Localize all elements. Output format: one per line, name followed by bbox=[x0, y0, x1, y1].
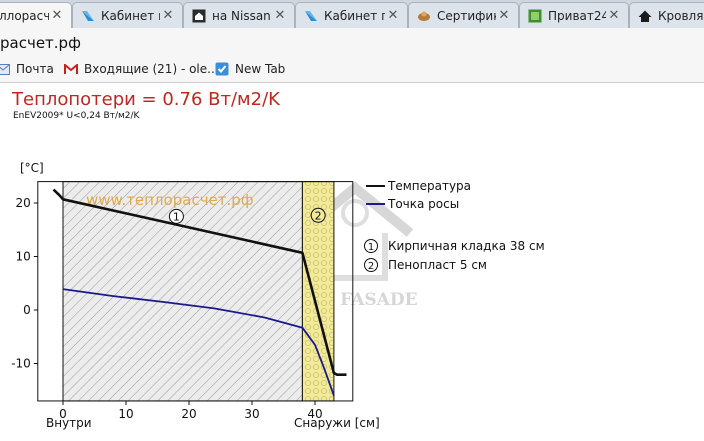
x-ticks: 0 10 20 30 40 bbox=[59, 400, 323, 421]
tab-title: Кровля и bbox=[658, 8, 704, 23]
browser-tab-4[interactable]: Кабинет п ✕ bbox=[295, 2, 408, 28]
y-tick-label: 10 bbox=[16, 250, 31, 264]
green-square-icon bbox=[528, 9, 542, 23]
layer-marker-text: 2 bbox=[315, 209, 322, 222]
blue-arrow-icon bbox=[81, 9, 95, 23]
url-input[interactable]: расчет.рф bbox=[0, 34, 81, 52]
tab-title: на Nissan bbox=[212, 8, 271, 23]
browser-tab-3[interactable]: на Nissan ✕ bbox=[183, 2, 295, 28]
temperature-chart: ROOF FASADE www.теплорасчет.рф [°C] 2010… bbox=[11, 161, 545, 430]
bookmarks-bar: Почта Входящие (21) - ole... New Tab bbox=[0, 58, 704, 83]
browser-tab-1[interactable]: ллорасчет.рф✕ bbox=[0, 2, 72, 28]
browser-tab-7[interactable]: Кровля и✕ bbox=[629, 2, 704, 28]
tab-title: ллорасчет.рф bbox=[0, 8, 49, 23]
x-label-inside: Внутри bbox=[46, 416, 92, 430]
close-tab-icon[interactable]: ✕ bbox=[385, 8, 401, 23]
legend: Температура Точка росы 1 Кирпичная кладк… bbox=[364, 179, 545, 272]
browser-tab-5[interactable]: Сертифик ✕ bbox=[408, 2, 519, 28]
address-bar: расчет.рф bbox=[0, 28, 704, 59]
tab-title: Кабинет п bbox=[324, 8, 385, 23]
close-tab-icon[interactable]: ✕ bbox=[272, 8, 288, 23]
y-tick-label: -10 bbox=[11, 357, 31, 371]
bookmark-label: Входящие (21) - ole... bbox=[84, 62, 219, 76]
roof-icon bbox=[638, 9, 652, 23]
close-tab-icon[interactable]: ✕ bbox=[496, 8, 512, 23]
layer-legend-label-1: Кирпичная кладка 38 см bbox=[388, 239, 545, 253]
legend-label-temperature: Температура bbox=[387, 179, 471, 193]
close-tab-icon[interactable]: ✕ bbox=[160, 8, 176, 23]
x-label-outside: Снаружи [см] bbox=[294, 416, 380, 430]
y-axis-label: [°C] bbox=[20, 161, 44, 175]
tab-strip: ллорасчет.рф✕Кабинет п✕на Nissan✕Кабинет… bbox=[0, 0, 704, 29]
page-content: Теплопотери = 0.76 Вт/м2/K EnEV2009* U<0… bbox=[0, 83, 704, 441]
bookmark-label: New Tab bbox=[235, 62, 286, 76]
shield-check-icon bbox=[215, 62, 229, 76]
mail-icon bbox=[0, 63, 10, 75]
tab-title: Сертифик bbox=[437, 8, 496, 23]
bookmark-label: Почта bbox=[16, 62, 54, 76]
house-icon bbox=[192, 9, 206, 23]
browser-tab-2[interactable]: Кабинет п ✕ bbox=[72, 2, 183, 28]
tab-title: Приват24 bbox=[548, 8, 606, 23]
tool-icon bbox=[417, 9, 431, 23]
close-tab-icon[interactable]: ✕ bbox=[606, 8, 622, 23]
x-tick-label: 20 bbox=[181, 407, 196, 421]
gmail-icon bbox=[64, 63, 78, 75]
bookmark-mail[interactable]: Почта bbox=[0, 62, 54, 76]
bookmark-gmail[interactable]: Входящие (21) - ole... bbox=[64, 62, 219, 76]
browser-tab-6[interactable]: Приват24 ✕ bbox=[519, 2, 629, 28]
bookmark-new-tab[interactable]: New Tab bbox=[215, 62, 285, 76]
layer-legend-marker-2-text: 2 bbox=[368, 261, 374, 272]
close-tab-icon[interactable]: ✕ bbox=[49, 8, 65, 23]
y-ticks: 20 10 0 -10 bbox=[11, 196, 38, 371]
x-tick-label: 10 bbox=[118, 407, 133, 421]
layer-marker-text: 1 bbox=[173, 210, 180, 223]
logo-crest-shape bbox=[341, 199, 369, 227]
y-tick-label: 0 bbox=[23, 303, 31, 317]
y-tick-label: 20 bbox=[16, 196, 31, 210]
layer-legend-marker-1-text: 1 bbox=[368, 242, 374, 253]
watermark-text: www.теплорасчет.рф bbox=[86, 191, 254, 209]
x-tick-label: 30 bbox=[244, 407, 259, 421]
tab-title: Кабинет п bbox=[101, 8, 160, 23]
legend-label-dewpoint: Точка росы bbox=[387, 197, 459, 211]
blue-arrow-icon bbox=[304, 9, 318, 23]
layer-legend-label-2: Пенопласт 5 см bbox=[388, 258, 487, 272]
